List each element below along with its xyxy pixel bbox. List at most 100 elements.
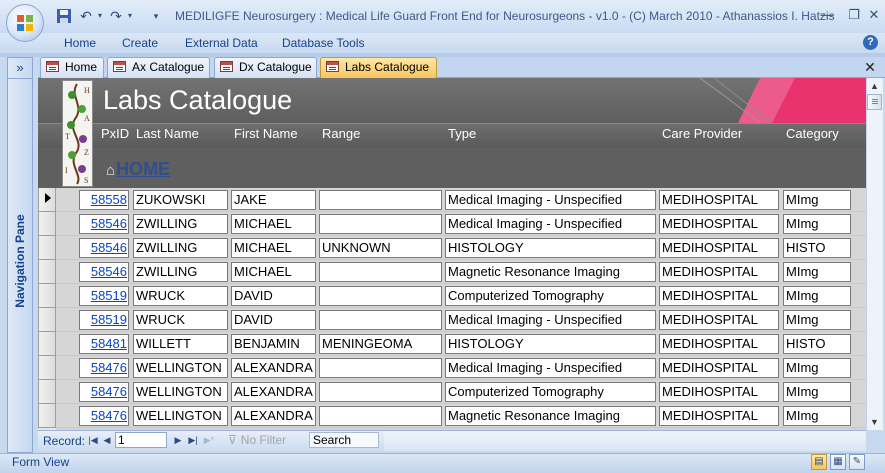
first-name-field[interactable]: ALEXANDRA: [231, 406, 316, 426]
range-field[interactable]: [319, 286, 442, 306]
current-record-input[interactable]: 1: [115, 432, 167, 448]
record-selector[interactable]: [38, 308, 56, 332]
record-selector[interactable]: [38, 212, 56, 236]
minimize-icon[interactable]: —: [816, 6, 838, 24]
vertical-scrollbar[interactable]: [866, 78, 883, 430]
type-field[interactable]: HISTOLOGY: [445, 238, 656, 258]
pxid-link[interactable]: 58546: [79, 262, 129, 282]
care-provider-field[interactable]: MEDIHOSPITAL: [659, 358, 779, 378]
care-provider-field[interactable]: MEDIHOSPITAL: [659, 190, 779, 210]
pxid-link[interactable]: 58519: [79, 286, 129, 306]
range-field[interactable]: [319, 190, 442, 210]
scroll-up-icon[interactable]: ▲: [866, 78, 883, 94]
category-field[interactable]: HISTO: [783, 238, 851, 258]
doc-tab-dx-catalogue[interactable]: Dx Catalogue: [214, 57, 317, 78]
last-name-field[interactable]: ZWILLING: [133, 214, 228, 234]
care-provider-field[interactable]: MEDIHOSPITAL: [659, 238, 779, 258]
range-field[interactable]: [319, 406, 442, 426]
care-provider-field[interactable]: MEDIHOSPITAL: [659, 310, 779, 330]
category-field[interactable]: MImg: [783, 310, 851, 330]
first-name-field[interactable]: ALEXANDRA: [231, 382, 316, 402]
expand-nav-icon[interactable]: »: [7, 57, 33, 79]
record-selector[interactable]: [38, 404, 56, 428]
record-selector[interactable]: [38, 332, 56, 356]
last-name-field[interactable]: ZWILLING: [133, 238, 228, 258]
layout-view-icon[interactable]: ▦: [830, 454, 846, 470]
last-name-field[interactable]: WELLINGTON: [133, 382, 228, 402]
design-view-icon[interactable]: ✎: [849, 454, 865, 470]
first-record-icon[interactable]: |◀: [86, 432, 100, 448]
scroll-thumb[interactable]: [867, 94, 882, 110]
first-name-field[interactable]: MICHAEL: [231, 214, 316, 234]
pxid-link[interactable]: 58476: [79, 382, 129, 402]
pxid-link[interactable]: 58558: [79, 190, 129, 210]
last-name-field[interactable]: WRUCK: [133, 286, 228, 306]
last-name-field[interactable]: ZWILLING: [133, 262, 228, 282]
ribbon-tab-external-data[interactable]: External Data: [185, 36, 258, 50]
undo-dropdown-icon[interactable]: ▾: [92, 8, 108, 24]
save-icon[interactable]: [56, 8, 72, 24]
last-name-field[interactable]: WILLETT: [133, 334, 228, 354]
range-field[interactable]: [319, 358, 442, 378]
last-name-field[interactable]: WELLINGTON: [133, 406, 228, 426]
doc-tab-labs-catalogue[interactable]: Labs Catalogue: [320, 57, 437, 78]
first-name-field[interactable]: DAVID: [231, 310, 316, 330]
type-field[interactable]: Medical Imaging - Unspecified: [445, 190, 656, 210]
record-selector[interactable]: [38, 236, 56, 260]
previous-record-icon[interactable]: ◀: [100, 432, 114, 448]
care-provider-field[interactable]: MEDIHOSPITAL: [659, 382, 779, 402]
restore-icon[interactable]: ❐: [843, 6, 865, 24]
record-selector[interactable]: [38, 260, 56, 284]
help-icon[interactable]: ?: [863, 35, 878, 50]
pxid-link[interactable]: 58546: [79, 214, 129, 234]
new-record-icon[interactable]: ▶*: [202, 432, 216, 448]
type-field[interactable]: Computerized Tomography: [445, 286, 656, 306]
type-field[interactable]: Magnetic Resonance Imaging: [445, 406, 656, 426]
care-provider-field[interactable]: MEDIHOSPITAL: [659, 214, 779, 234]
category-field[interactable]: MImg: [783, 286, 851, 306]
range-field[interactable]: MENINGEOMA: [319, 334, 442, 354]
category-field[interactable]: MImg: [783, 358, 851, 378]
category-field[interactable]: HISTO: [783, 334, 851, 354]
first-name-field[interactable]: DAVID: [231, 286, 316, 306]
record-selector[interactable]: [38, 356, 56, 380]
pxid-link[interactable]: 58476: [79, 406, 129, 426]
pxid-link[interactable]: 58476: [79, 358, 129, 378]
ribbon-tab-database-tools[interactable]: Database Tools: [282, 36, 365, 50]
ribbon-tab-home[interactable]: Home: [64, 36, 96, 50]
care-provider-field[interactable]: MEDIHOSPITAL: [659, 334, 779, 354]
ribbon-tab-create[interactable]: Create: [122, 36, 158, 50]
current-record-selector[interactable]: [38, 188, 56, 212]
close-document-icon[interactable]: ✕: [862, 58, 878, 76]
category-field[interactable]: MImg: [783, 214, 851, 234]
category-field[interactable]: MImg: [783, 262, 851, 282]
care-provider-field[interactable]: MEDIHOSPITAL: [659, 286, 779, 306]
doc-tab-home[interactable]: Home: [40, 57, 104, 78]
category-field[interactable]: MImg: [783, 406, 851, 426]
scroll-down-icon[interactable]: ▼: [866, 414, 883, 430]
category-field[interactable]: MImg: [783, 190, 851, 210]
type-field[interactable]: Medical Imaging - Unspecified: [445, 358, 656, 378]
customize-qat-icon[interactable]: ▾: [148, 8, 164, 24]
close-window-icon[interactable]: ✕: [863, 6, 885, 24]
form-view-icon[interactable]: ▤: [811, 454, 827, 470]
care-provider-field[interactable]: MEDIHOSPITAL: [659, 262, 779, 282]
category-field[interactable]: MImg: [783, 382, 851, 402]
first-name-field[interactable]: JAKE: [231, 190, 316, 210]
record-selector[interactable]: [38, 380, 56, 404]
first-name-field[interactable]: BENJAMIN: [231, 334, 316, 354]
type-field[interactable]: Magnetic Resonance Imaging: [445, 262, 656, 282]
first-name-field[interactable]: MICHAEL: [231, 262, 316, 282]
pxid-link[interactable]: 58481: [79, 334, 129, 354]
first-name-field[interactable]: MICHAEL: [231, 238, 316, 258]
office-button[interactable]: [6, 4, 44, 42]
type-field[interactable]: HISTOLOGY: [445, 334, 656, 354]
range-field[interactable]: UNKNOWN: [319, 238, 442, 258]
range-field[interactable]: [319, 214, 442, 234]
care-provider-field[interactable]: MEDIHOSPITAL: [659, 406, 779, 426]
range-field[interactable]: [319, 262, 442, 282]
type-field[interactable]: Medical Imaging - Unspecified: [445, 310, 656, 330]
next-record-icon[interactable]: ▶: [171, 432, 185, 448]
doc-tab-ax-catalogue[interactable]: Ax Catalogue: [107, 57, 210, 78]
type-field[interactable]: Medical Imaging - Unspecified: [445, 214, 656, 234]
